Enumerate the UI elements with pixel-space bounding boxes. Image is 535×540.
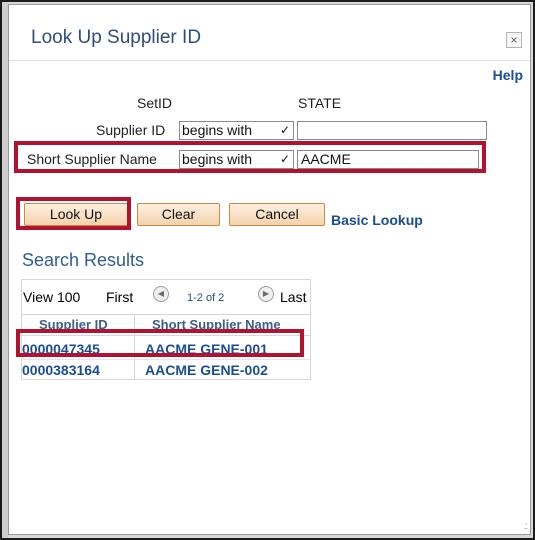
help-link[interactable]: Help [493,67,523,83]
first-link[interactable]: First [106,289,133,305]
column-divider [134,314,135,380]
short-supplier-name-label: Short Supplier Name [27,151,157,167]
chevron-down-icon: ✓ [279,123,290,137]
short-name-operator-value: begins with [182,151,253,167]
chevron-down-icon: ✓ [279,152,290,166]
supplier-id-input[interactable] [297,121,487,140]
result-short-name-2[interactable]: AACME GENE-002 [145,362,268,378]
grid-navigation: View 100 First ◀ 1-2 of 2 ▶ Last [22,280,310,313]
last-link[interactable]: Last [280,289,306,305]
close-icon[interactable]: × [506,32,522,48]
previous-arrow-icon[interactable]: ◀ [153,286,169,302]
result-supplier-id-1[interactable]: 0000047345 [22,341,100,357]
search-results-grid: View 100 First ◀ 1-2 of 2 ▶ Last Supplie… [21,279,311,380]
results-header-row: Supplier ID Short Supplier Name [22,314,310,336]
dialog-title-bar: Look Up Supplier ID × [9,5,530,61]
lookup-dialog: Look Up Supplier ID × Help SetID STATE S… [8,4,531,535]
supplier-id-label: Supplier ID [96,122,166,138]
page-range: 1-2 of 2 [187,292,225,304]
cancel-button[interactable]: Cancel [229,203,325,226]
setid-value: STATE [298,95,342,111]
result-supplier-id-2[interactable]: 0000383164 [22,362,100,378]
basic-lookup-link[interactable]: Basic Lookup [331,212,423,228]
setid-label: SetID [137,95,173,111]
clear-button[interactable]: Clear [137,203,220,226]
row-divider [22,359,310,360]
short-name-operator-select[interactable]: begins with ✓ [179,150,294,169]
supplier-id-operator-value: begins with [182,122,253,138]
result-short-name-1[interactable]: AACME GENE-001 [145,341,268,357]
column-header-short-supplier-name[interactable]: Short Supplier Name [152,317,281,332]
resize-grip-icon[interactable]: .: [523,521,527,532]
dialog-title: Look Up Supplier ID [31,27,202,48]
search-results-title: Search Results [22,250,145,270]
next-arrow-icon[interactable]: ▶ [258,286,274,302]
supplier-id-operator-select[interactable]: begins with ✓ [179,121,294,140]
column-header-supplier-id[interactable]: Supplier ID [39,317,108,332]
look-up-button[interactable]: Look Up [24,203,128,226]
background-strip [0,0,8,540]
view-100-link[interactable]: View 100 [23,289,80,305]
short-supplier-name-input[interactable]: AACME [297,150,479,169]
